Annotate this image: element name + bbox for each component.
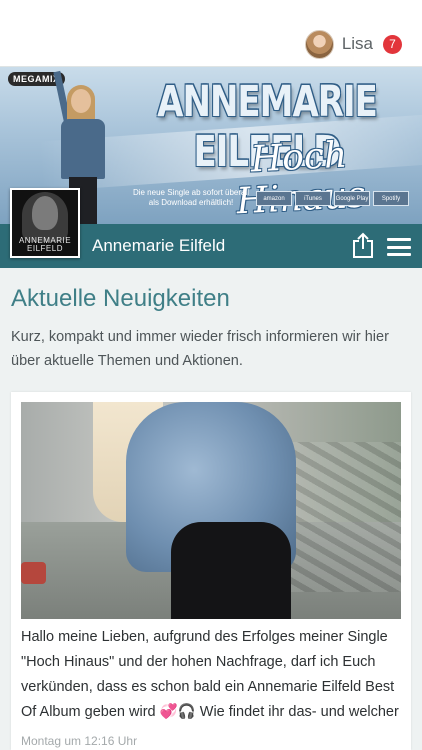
menu-button[interactable] xyxy=(387,238,411,256)
spotify-badge: Spotify xyxy=(373,191,409,206)
notification-badge[interactable]: 7 xyxy=(383,34,402,54)
itunes-badge: iTunes xyxy=(295,191,331,206)
store-badges: amazon iTunes Google Play Spotify xyxy=(256,191,409,206)
hamburger-icon-line xyxy=(387,245,411,249)
section-title: Aktuelle Neuigkeiten xyxy=(11,285,230,312)
user-menu[interactable]: Lisa 7 xyxy=(304,29,402,59)
news-photo[interactable] xyxy=(21,402,401,619)
news-post-timestamp: Montag um 12:16 Uhr xyxy=(21,734,138,748)
profile-image-caption: ANNEMARIE EILFELD xyxy=(18,236,72,253)
hamburger-icon-line xyxy=(387,238,411,241)
amazon-badge: amazon xyxy=(256,191,292,206)
news-card[interactable]: Hallo meine Lieben, aufgrund des Erfolge… xyxy=(11,392,411,750)
banner-note: Die neue Single ab sofort überall als Do… xyxy=(132,188,250,207)
share-button[interactable] xyxy=(352,232,374,258)
top-bar: Lisa 7 xyxy=(0,0,422,67)
hamburger-icon-line xyxy=(387,253,411,256)
news-post-text: Hallo meine Lieben, aufgrund des Erfolge… xyxy=(21,629,399,720)
user-avatar[interactable] xyxy=(304,29,334,59)
artist-name[interactable]: Annemarie Eilfeld xyxy=(92,236,225,256)
user-name[interactable]: Lisa xyxy=(342,34,373,54)
google-play-badge: Google Play xyxy=(334,191,370,206)
share-icon xyxy=(353,232,373,258)
section-intro: Kurz, kompakt und immer wieder frisch in… xyxy=(11,329,389,369)
banner-subtitle: Hoch Hinaus xyxy=(235,134,366,223)
profile-image[interactable]: ANNEMARIE EILFELD xyxy=(10,188,80,258)
